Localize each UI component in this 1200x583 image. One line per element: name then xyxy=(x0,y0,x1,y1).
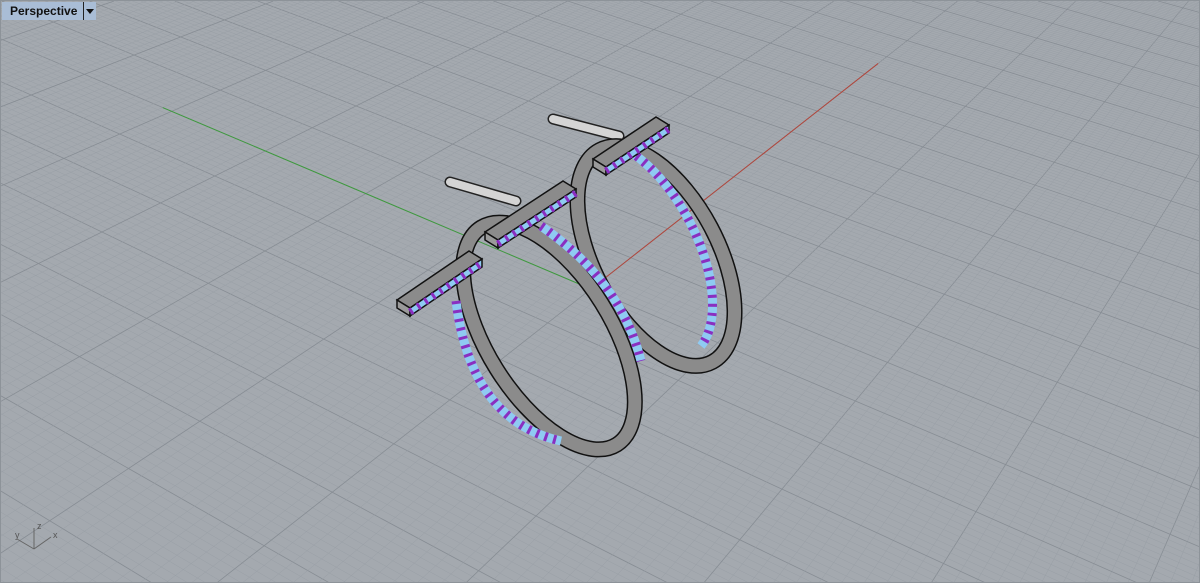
grid-minor-line xyxy=(1,218,732,582)
gizmo-y-axis xyxy=(16,538,35,550)
grid-minor-line xyxy=(1,72,1166,582)
grid-minor-line xyxy=(19,1,1199,480)
grid-minor-line xyxy=(1,188,812,582)
gizmo-y-label: y xyxy=(15,530,20,540)
grid-minor-line xyxy=(1127,424,1199,582)
grid-minor-line xyxy=(1050,1,1199,44)
grid-minor-line xyxy=(1,329,467,582)
viewport-scene[interactable]: z y x xyxy=(1,1,1200,583)
grid-minor-line xyxy=(1086,1,1199,33)
grid-minor-line xyxy=(1,104,1061,582)
grid-major-line xyxy=(704,1,1189,582)
grid-minor-line xyxy=(1,85,1122,582)
grid-minor-line xyxy=(1170,512,1199,582)
grid-major-line xyxy=(1,314,501,582)
grid-minor-line xyxy=(1,431,259,582)
grid-minor-line xyxy=(370,1,1199,296)
grid-minor-line xyxy=(447,1,1199,261)
viewport-tab[interactable]: Perspective xyxy=(2,2,97,20)
grid-minor-line xyxy=(1,1,582,294)
grid-minor-line xyxy=(439,1,1199,264)
grid-minor-line xyxy=(538,1,1199,223)
grid-minor-line xyxy=(750,15,1199,582)
post-pin-fill xyxy=(446,178,520,205)
grid-minor-line xyxy=(1,4,1199,496)
grid-minor-line xyxy=(106,1,1199,429)
grid-minor-line xyxy=(1,155,907,582)
grid-minor-line xyxy=(758,1,1199,139)
grid-minor-line xyxy=(1,306,518,582)
grid-minor-line xyxy=(1,171,860,582)
grid-minor-line xyxy=(1,1,512,242)
gizmo-x-axis xyxy=(33,536,52,550)
gizmo-x-label: x xyxy=(53,530,58,540)
grid-minor-line xyxy=(661,1,1199,175)
grid-minor-line xyxy=(611,1,1199,194)
grid-minor-line xyxy=(680,1,1178,582)
perspective-viewport[interactable]: Perspective z y x xyxy=(0,0,1200,583)
grid-minor-line xyxy=(1106,384,1199,582)
grid-minor-line xyxy=(625,1,1199,188)
grid-minor-line xyxy=(738,1,1199,146)
grid-minor-line xyxy=(1,1,770,473)
grid-minor-line xyxy=(773,29,1199,582)
grid-major-line xyxy=(1,182,829,582)
grid-minor-line xyxy=(1,556,42,582)
grid-minor-line xyxy=(1,511,115,582)
gizmo-z-label: z xyxy=(37,521,42,531)
grid-minor-line xyxy=(886,114,1199,582)
grid-major-line xyxy=(710,1,1199,156)
grid-minor-line xyxy=(975,202,1199,582)
grid-minor-line xyxy=(589,1,1199,202)
grid-minor-line xyxy=(114,1,909,582)
earring-front[interactable] xyxy=(395,176,669,477)
grid-minor-line xyxy=(1,1,380,161)
viewport-menu-dropdown-icon[interactable] xyxy=(83,2,96,20)
grid-minor-line xyxy=(166,1,934,582)
grid-minor-line xyxy=(610,1,1145,582)
grid-minor-line xyxy=(1,1,822,537)
viewport-title[interactable]: Perspective xyxy=(2,2,83,20)
grid-minor-line xyxy=(1068,1,1199,39)
grid-minor-line xyxy=(1,1,691,389)
grid-minor-line xyxy=(1,119,1016,582)
grid-major-line xyxy=(1,395,329,582)
grid-minor-line xyxy=(1,567,24,582)
grid-minor-line xyxy=(377,1,1199,292)
grid-minor-line xyxy=(997,227,1199,582)
grid-minor-line xyxy=(1,1,469,214)
grid-minor-line xyxy=(1,271,601,582)
